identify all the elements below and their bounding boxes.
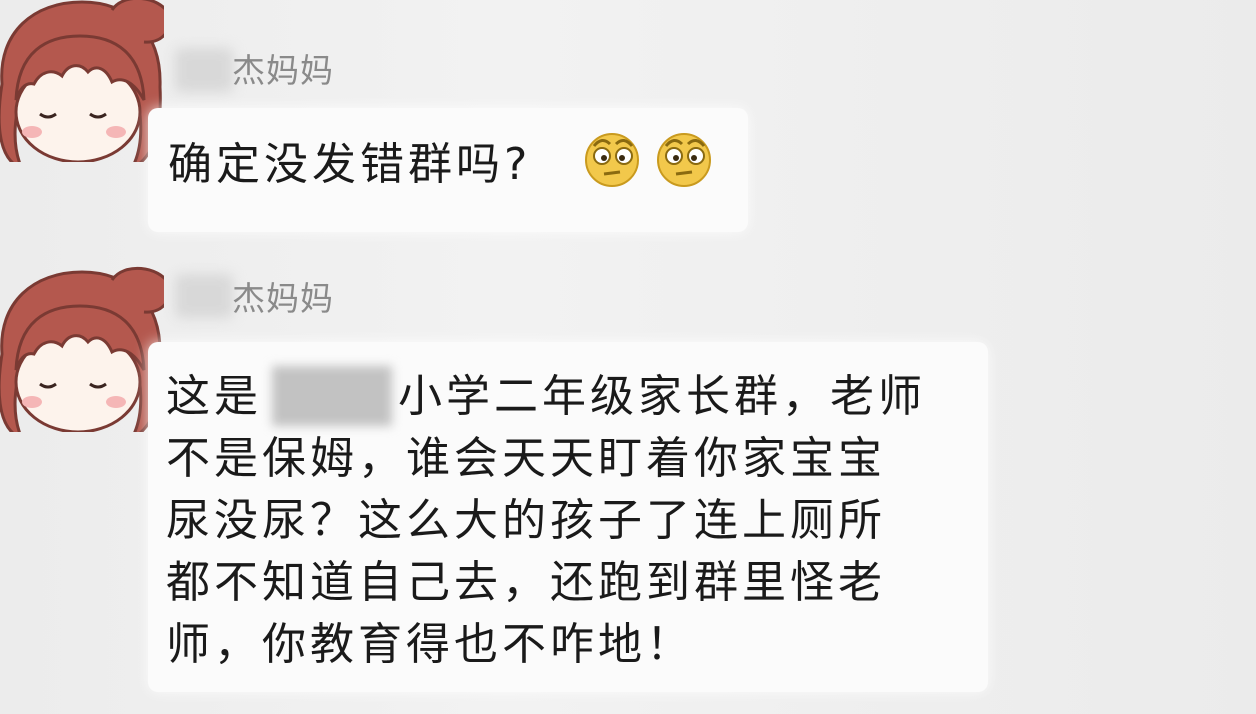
redacted-name-part <box>175 48 233 92</box>
sender-name: 杰妈妈 <box>232 51 334 90</box>
message-line: 不是保姆，谁会天天盯着你家宝宝 <box>166 433 886 484</box>
message-text-fragment: 这是 <box>166 371 262 422</box>
chat-window: 杰妈妈 确定没发错群吗? 杰妈妈 这是 小学二年级家长群，老师 不是保姆，谁会天… <box>0 0 1256 714</box>
thinking-face-emoji <box>585 133 639 187</box>
message-line: 都不知道自己去，还跑到群里怪老 <box>166 557 886 608</box>
message-line: 尿没尿？这么大的孩子了连上厕所 <box>166 495 886 546</box>
message-text: 确定没发错群吗? <box>168 139 532 190</box>
sender-name: 杰妈妈 <box>232 279 334 318</box>
avatar[interactable] <box>0 0 164 162</box>
message-text-fragment: 小学二年级家长群，老师 <box>398 371 926 422</box>
redacted-name-part <box>175 274 233 318</box>
thinking-face-emoji <box>657 133 711 187</box>
redacted-school-name <box>272 366 392 426</box>
avatar[interactable] <box>0 262 164 432</box>
message-line: 师，你教育得也不咋地！ <box>166 619 694 670</box>
